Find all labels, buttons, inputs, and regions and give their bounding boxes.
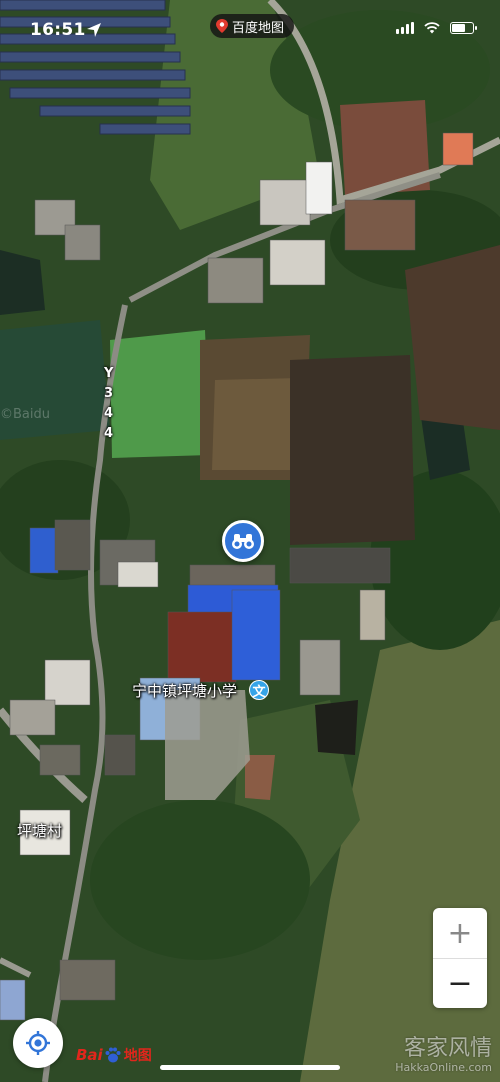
location-arrow-icon: [87, 23, 101, 37]
zoom-out-button[interactable]: −: [433, 958, 487, 1008]
road-label-y344: Y 3 4 4: [104, 366, 114, 441]
school-place-label[interactable]: 宁中镇坪塘小学: [132, 680, 237, 701]
site-watermark: 客家风情 HakkaOnline.com: [395, 1036, 492, 1074]
app-return-pill[interactable]: 百度地图: [210, 14, 295, 38]
zoom-in-button[interactable]: +: [433, 908, 487, 958]
map-pin-icon: [216, 19, 228, 33]
locate-icon: [26, 1031, 50, 1055]
baidu-map-logo: Bai du 地图: [76, 1046, 152, 1064]
battery-icon: [450, 22, 477, 34]
faint-baidu-watermark: ©Baidu: [0, 407, 50, 422]
signal-icon: [396, 22, 414, 34]
binoculars-icon: [232, 534, 254, 549]
wifi-icon: [424, 22, 440, 34]
app-name: 百度地图: [232, 20, 285, 36]
zoom-control: + −: [433, 908, 487, 1008]
home-indicator[interactable]: [160, 1065, 340, 1070]
school-poi-icon[interactable]: 文: [249, 680, 269, 700]
locate-button[interactable]: [13, 1018, 63, 1068]
status-time: 16:51: [30, 20, 86, 40]
village-place-label[interactable]: 坪塘村: [17, 820, 62, 841]
paw-icon: [105, 1047, 121, 1063]
streetview-button[interactable]: [222, 520, 264, 562]
